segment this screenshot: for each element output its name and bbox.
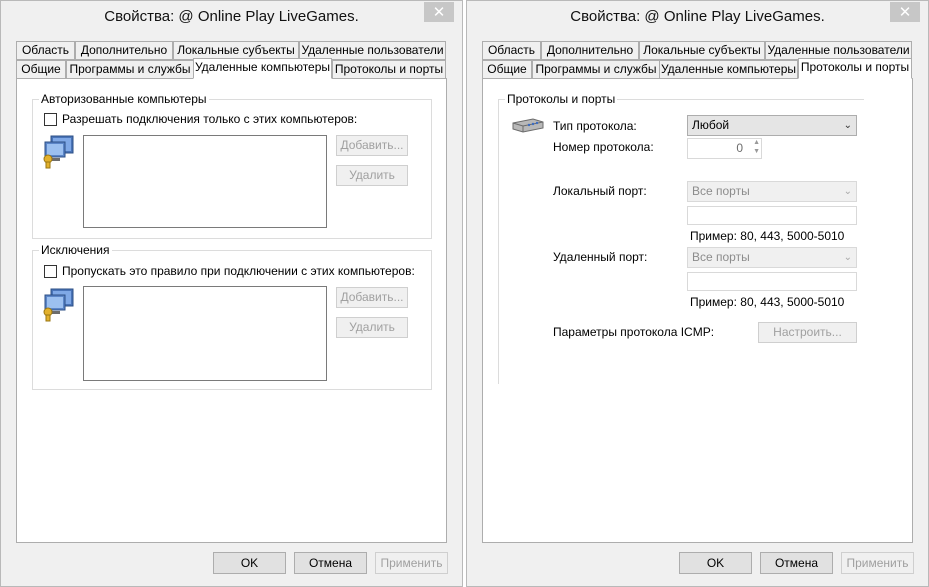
protocols-ports-label: Протоколы и порты — [505, 92, 618, 106]
tab-programs-services[interactable]: Программы и службы — [66, 60, 194, 79]
tab-advanced[interactable]: Дополнительно — [75, 41, 173, 60]
exception-computers-list[interactable] — [83, 286, 327, 381]
computers-key-icon — [43, 288, 74, 322]
icmp-settings-label: Параметры протокола ICMP: — [553, 325, 715, 339]
remote-port-value: Все порты — [692, 250, 750, 264]
chevron-down-icon: ⌄ — [843, 186, 852, 197]
protocol-number-value: 0 — [736, 141, 743, 155]
local-port-value: Все порты — [692, 184, 750, 198]
allow-only-these-computers-checkbox[interactable] — [44, 113, 57, 126]
tab-remote-computers[interactable]: Удаленные компьютеры — [659, 60, 798, 79]
skip-rule-these-computers-label[interactable]: Пропускать это правило при подключении с… — [62, 264, 415, 278]
allow-only-these-computers-label[interactable]: Разрешать подключения только с этих комп… — [62, 112, 357, 126]
right-properties-dialog: Свойства: @ Online Play LiveGames. ✕ Обл… — [466, 0, 929, 587]
remote-port-select[interactable]: Все порты ⌄ — [687, 247, 857, 268]
authorized-add-button[interactable]: Добавить... — [336, 135, 408, 156]
exceptions-add-button[interactable]: Добавить... — [336, 287, 408, 308]
right-apply-button[interactable]: Применить — [841, 552, 914, 574]
local-port-example: Пример: 80, 443, 5000-5010 — [690, 229, 845, 243]
tab-local-principals[interactable]: Локальные субъекты — [639, 41, 765, 60]
left-cancel-button[interactable]: Отмена — [294, 552, 367, 574]
protocol-number-label: Номер протокола: — [553, 140, 654, 154]
left-title-bar[interactable]: Свойства: @ Online Play LiveGames. ✕ — [1, 1, 462, 33]
left-close-button[interactable]: ✕ — [424, 2, 454, 22]
remote-port-label: Удаленный порт: — [553, 250, 648, 264]
protocol-type-value: Любой — [692, 118, 730, 132]
close-icon[interactable]: ✕ — [433, 3, 446, 21]
close-icon[interactable]: ✕ — [899, 3, 912, 21]
authorized-computers-label: Авторизованные компьютеры — [39, 92, 209, 106]
local-port-label: Локальный порт: — [553, 184, 647, 198]
configure-icmp-button[interactable]: Настроить... — [758, 322, 857, 343]
left-apply-button[interactable]: Применить — [375, 552, 448, 574]
right-ok-button[interactable]: OK — [679, 552, 752, 574]
tab-protocols-ports[interactable]: Протоколы и порты — [332, 60, 446, 79]
right-title-bar[interactable]: Свойства: @ Online Play LiveGames. ✕ — [467, 1, 928, 33]
stepper-down-icon[interactable]: ▼ — [753, 148, 760, 155]
tab-protocols-ports[interactable]: Протоколы и порты — [798, 58, 912, 79]
tab-scope[interactable]: Область — [16, 41, 75, 60]
protocol-type-label: Тип протокола: — [553, 119, 637, 133]
right-window-title: Свойства: @ Online Play LiveGames. — [570, 8, 825, 25]
left-ok-button[interactable]: OK — [213, 552, 286, 574]
left-properties-dialog: Свойства: @ Online Play LiveGames. ✕ Обл… — [0, 0, 463, 587]
protocol-type-select[interactable]: Любой ⌄ — [687, 115, 857, 136]
right-close-button[interactable]: ✕ — [890, 2, 920, 22]
protocol-number-stepper[interactable]: 0 ▲ ▼ — [687, 138, 762, 159]
exceptions-remove-button[interactable]: Удалить — [336, 317, 408, 338]
chevron-down-icon: ⌄ — [843, 252, 852, 263]
computers-key-icon — [43, 135, 74, 169]
exceptions-label: Исключения — [39, 243, 112, 257]
tab-programs-services[interactable]: Программы и службы — [532, 60, 660, 79]
tab-general[interactable]: Общие — [482, 60, 532, 79]
tab-remote-computers[interactable]: Удаленные компьютеры — [193, 58, 332, 79]
tab-advanced[interactable]: Дополнительно — [541, 41, 639, 60]
stepper-up-icon[interactable]: ▲ — [753, 139, 760, 146]
remote-port-example: Пример: 80, 443, 5000-5010 — [690, 295, 845, 309]
left-tab-panel: Авторизованные компьютеры Разрешать подк… — [16, 78, 447, 543]
left-window-title: Свойства: @ Online Play LiveGames. — [104, 8, 359, 25]
right-tab-panel: Протоколы и порты Тип протокола: Любой ⌄… — [482, 78, 913, 543]
remote-port-input[interactable] — [687, 272, 857, 291]
tab-general[interactable]: Общие — [16, 60, 66, 79]
local-port-input[interactable] — [687, 206, 857, 225]
chevron-down-icon: ⌄ — [843, 120, 852, 131]
authorized-computers-list[interactable] — [83, 135, 327, 228]
right-cancel-button[interactable]: Отмена — [760, 552, 833, 574]
skip-rule-these-computers-checkbox[interactable] — [44, 265, 57, 278]
local-port-select[interactable]: Все порты ⌄ — [687, 181, 857, 202]
network-connector-icon — [512, 118, 544, 133]
tab-scope[interactable]: Область — [482, 41, 541, 60]
authorized-remove-button[interactable]: Удалить — [336, 165, 408, 186]
